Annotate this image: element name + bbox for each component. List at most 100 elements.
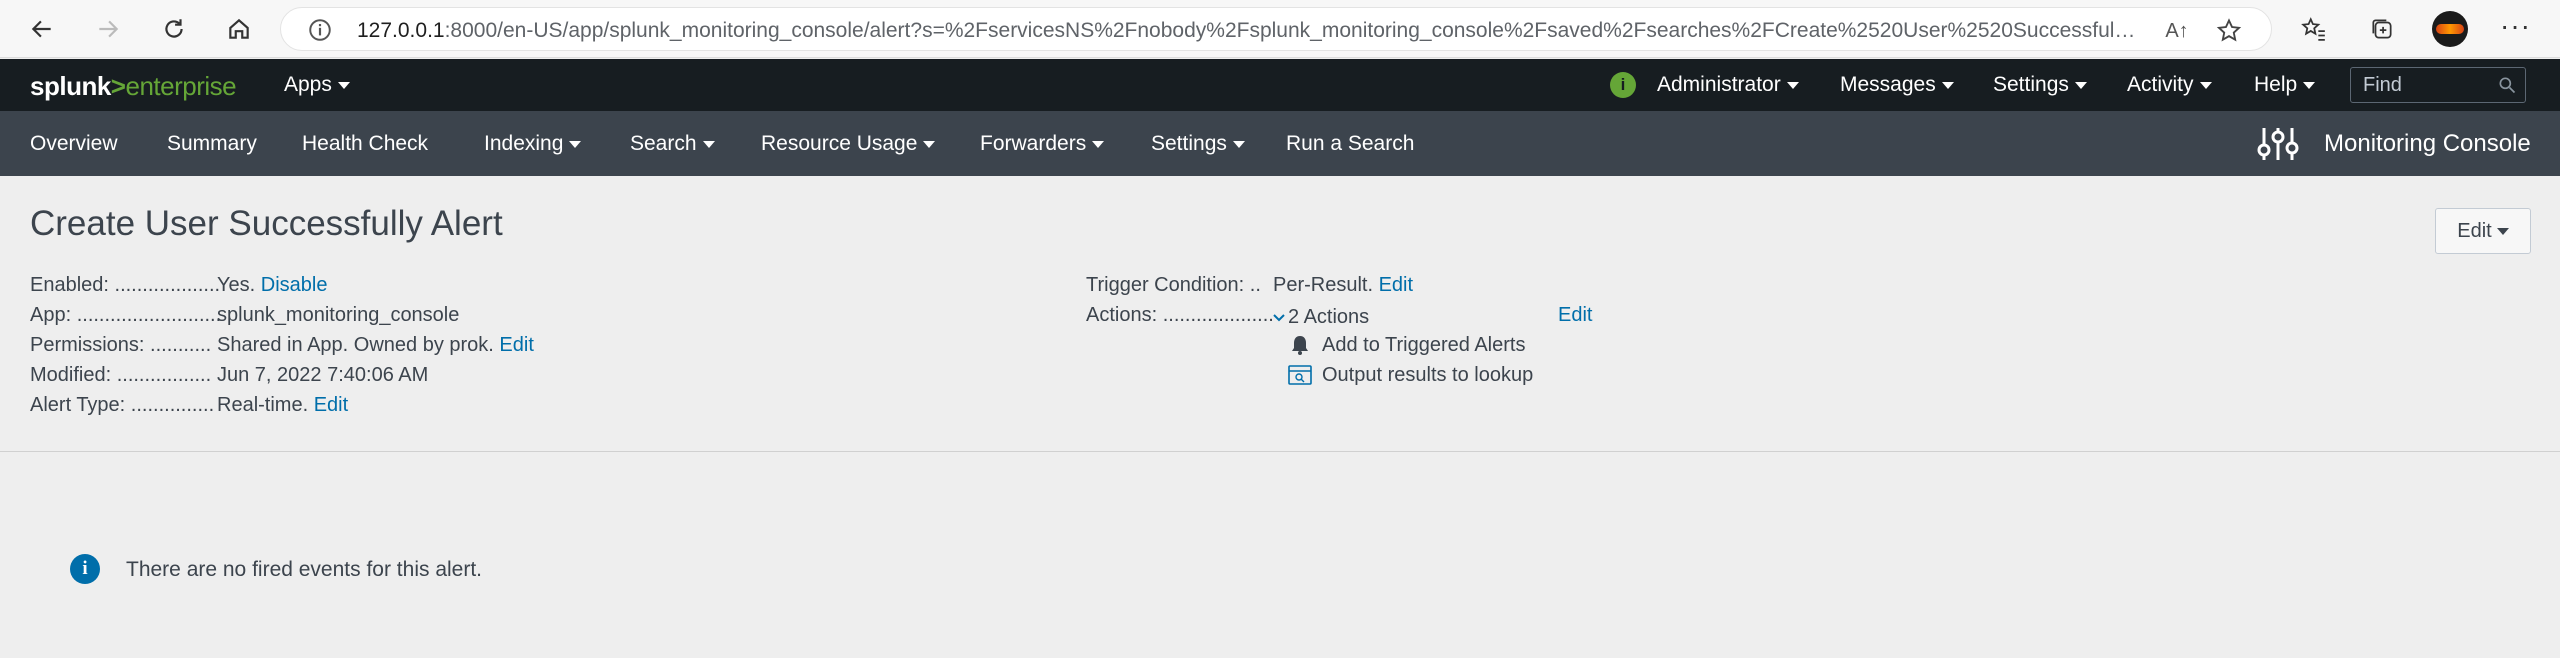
user-menu-label: Administrator bbox=[1657, 73, 1781, 96]
monitoring-console-icon bbox=[2257, 128, 2299, 160]
profile-avatar[interactable] bbox=[2432, 11, 2468, 47]
modified-value: Jun 7, 2022 7:40:06 AM bbox=[217, 364, 429, 386]
chevron-down-icon bbox=[1092, 140, 1105, 148]
action-item-label: Add to Triggered Alerts bbox=[1322, 334, 1526, 356]
no-events-message: There are no fired events for this alert… bbox=[126, 558, 483, 581]
action-item-label: Output results to lookup bbox=[1322, 364, 1534, 386]
health-status-icon[interactable]: i bbox=[1610, 72, 1636, 98]
edit-button-label: Edit bbox=[2457, 219, 2492, 242]
favorites-icon bbox=[2301, 17, 2325, 41]
collections-icon bbox=[2372, 19, 2392, 39]
nav-health-check[interactable]: Health Check bbox=[302, 132, 428, 156]
nav-run-a-search[interactable]: Run a Search bbox=[1286, 132, 1414, 156]
page-title: Create User Successfully Alert bbox=[30, 204, 503, 243]
url-path: :8000/en-US/app/splunk_monitoring_consol… bbox=[444, 19, 2137, 42]
forward-button[interactable] bbox=[90, 11, 126, 47]
bell-icon bbox=[1292, 336, 1308, 355]
chevron-down-icon bbox=[569, 140, 582, 148]
chevron-down-icon bbox=[1786, 81, 1799, 89]
chevron-down-icon bbox=[1232, 140, 1245, 148]
activity-menu-label: Activity bbox=[2127, 73, 2194, 96]
permissions-value: Shared in App. Owned by prok. bbox=[217, 334, 494, 356]
splunk-logo[interactable]: splunk>enterprise bbox=[30, 71, 237, 102]
chevron-down-icon bbox=[2303, 81, 2316, 89]
url-host: 127.0.0.1 bbox=[357, 19, 445, 42]
actions-edit-link[interactable]: Edit bbox=[1558, 304, 1592, 327]
find-input[interactable] bbox=[2363, 73, 2493, 97]
browser-toolbar: 127.0.0.1:8000/en-US/app/splunk_monitori… bbox=[0, 0, 2560, 58]
permissions-edit-link[interactable]: Edit bbox=[499, 334, 533, 356]
search-icon[interactable] bbox=[2497, 75, 2517, 95]
browser-menu-icon[interactable]: ··· bbox=[2500, 10, 2531, 42]
back-button[interactable] bbox=[24, 11, 60, 47]
read-aloud-icon[interactable]: A↑ bbox=[2163, 17, 2191, 45]
chevron-down-icon bbox=[2199, 81, 2212, 89]
help-menu[interactable]: Help bbox=[2254, 73, 2316, 97]
help-menu-label: Help bbox=[2254, 73, 2298, 96]
chevron-down-icon bbox=[923, 140, 936, 148]
user-menu[interactable]: Administrator bbox=[1657, 73, 1799, 97]
nav-summary[interactable]: Summary bbox=[167, 132, 257, 156]
nav-indexing[interactable]: Indexing bbox=[484, 132, 582, 156]
enabled-label: Enabled: ................... bbox=[30, 274, 221, 296]
splunk-top-bar: splunk>enterprise Apps i Administrator M… bbox=[0, 59, 2560, 111]
app-label: App: .......................... bbox=[30, 304, 222, 326]
chevron-down-icon bbox=[337, 81, 350, 89]
favorites-button[interactable] bbox=[2296, 11, 2332, 47]
nav-overview[interactable]: Overview bbox=[30, 132, 118, 156]
nav-settings-label: Settings bbox=[1151, 132, 1227, 155]
collections-button[interactable] bbox=[2364, 11, 2400, 47]
logo-gt-symbol: > bbox=[110, 71, 126, 101]
nav-settings[interactable]: Settings bbox=[1151, 132, 1245, 156]
edit-button[interactable]: Edit bbox=[2435, 208, 2531, 254]
nav-resource-usage[interactable]: Resource Usage bbox=[761, 132, 936, 156]
chevron-down-icon bbox=[1941, 81, 1954, 89]
alert-type-value: Real-time. bbox=[217, 394, 309, 416]
activity-menu[interactable]: Activity bbox=[2127, 73, 2212, 97]
messages-menu[interactable]: Messages bbox=[1840, 73, 1954, 97]
home-icon bbox=[229, 18, 249, 39]
app-value: splunk_monitoring_console bbox=[217, 304, 460, 326]
logo-enterprise-text: enterprise bbox=[125, 71, 237, 101]
actions-toggle[interactable]: 2 Actions bbox=[1272, 306, 1369, 329]
settings-menu-label: Settings bbox=[1993, 73, 2069, 96]
nav-search-label: Search bbox=[630, 132, 697, 155]
permissions-label: Permissions: ........... bbox=[30, 334, 212, 356]
chevron-down-icon bbox=[2496, 227, 2509, 235]
find-box bbox=[2350, 67, 2526, 103]
home-button[interactable] bbox=[221, 11, 257, 47]
modified-label: Modified: ................. bbox=[30, 364, 212, 386]
forward-arrow-icon bbox=[99, 20, 119, 38]
apps-menu[interactable]: Apps bbox=[284, 73, 350, 97]
address-url[interactable]: 127.0.0.1:8000/en-US/app/splunk_monitori… bbox=[357, 19, 2137, 43]
chevron-down-icon bbox=[2074, 81, 2087, 89]
disable-link[interactable]: Disable bbox=[261, 274, 328, 296]
trigger-label: Trigger Condition: .. bbox=[1086, 274, 1261, 296]
logo-splunk-text: splunk bbox=[30, 71, 111, 101]
enabled-value: Yes. bbox=[217, 274, 256, 296]
nav-indexing-label: Indexing bbox=[484, 132, 564, 155]
nav-forwarders[interactable]: Forwarders bbox=[980, 132, 1105, 156]
settings-menu[interactable]: Settings bbox=[1993, 73, 2087, 97]
nav-search[interactable]: Search bbox=[630, 132, 715, 156]
lookup-table-icon bbox=[1288, 365, 1312, 385]
address-bar[interactable]: 127.0.0.1:8000/en-US/app/splunk_monitori… bbox=[280, 7, 2272, 51]
messages-menu-label: Messages bbox=[1840, 73, 1936, 96]
site-info-icon[interactable] bbox=[307, 17, 333, 43]
reload-icon bbox=[165, 19, 183, 38]
chevron-down-icon bbox=[1273, 314, 1285, 322]
trigger-edit-link[interactable]: Edit bbox=[1379, 274, 1413, 296]
trigger-value: Per-Result. bbox=[1273, 274, 1374, 296]
alert-type-edit-link[interactable]: Edit bbox=[314, 394, 348, 416]
info-icon: i bbox=[70, 554, 100, 584]
reload-button[interactable] bbox=[156, 11, 192, 47]
add-favorite-icon[interactable] bbox=[2215, 17, 2243, 45]
chevron-down-icon bbox=[702, 140, 715, 148]
alert-details: Create User Successfully Alert Edit Enab… bbox=[0, 176, 2560, 452]
apps-menu-label: Apps bbox=[284, 73, 332, 96]
nav-forwarders-label: Forwarders bbox=[980, 132, 1087, 155]
alert-type-label: Alert Type: ............... bbox=[30, 394, 215, 416]
actions-value: 2 Actions bbox=[1288, 306, 1370, 328]
actions-label: Actions: .................... bbox=[1086, 304, 1274, 326]
app-nav-bar: Overview Summary Health Check Indexing S… bbox=[0, 111, 2560, 176]
